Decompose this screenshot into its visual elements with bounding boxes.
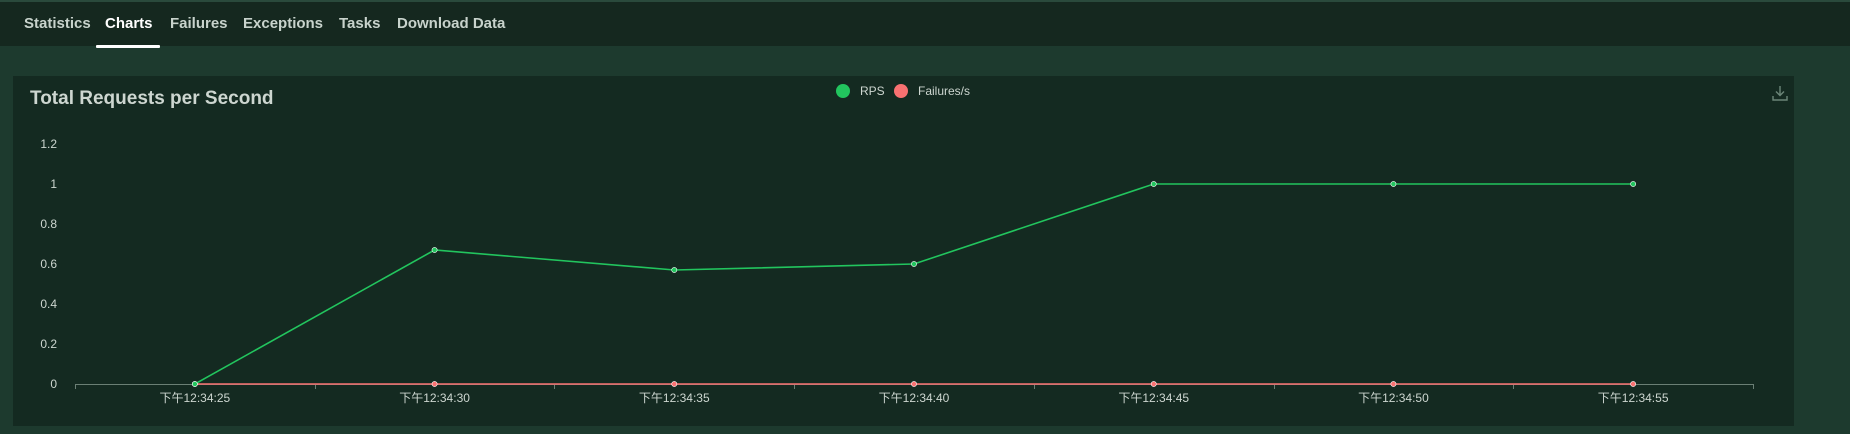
y-tick-label: 0.8 [40, 217, 57, 231]
download-icon[interactable] [1771, 84, 1789, 102]
data-point-failures [671, 381, 678, 387]
x-tick-label: 下午12:34:25 [159, 391, 230, 405]
x-tick-label: 下午12:34:45 [1118, 391, 1189, 405]
data-point-rps [1630, 181, 1637, 187]
chart-panel: 0 0.2 0.4 0.6 0.8 1 1.2 下午12:34:25 下午12:34:30 下午1… [13, 76, 1794, 426]
chart-title: Total Requests per Second [30, 88, 274, 109]
y-tick-label: 0.6 [40, 257, 57, 271]
data-point-rps [671, 267, 678, 273]
data-point-failures [1150, 381, 1157, 387]
data-point-rps [911, 261, 917, 267]
active-tab-indicator [96, 45, 160, 48]
tab-exceptions[interactable]: Exceptions [243, 2, 323, 46]
chart-legend: RPS Failures/s [836, 80, 996, 102]
x-tick-label: 下午12:34:55 [1598, 391, 1669, 405]
data-point-failures [911, 381, 917, 387]
x-tick-label: 下午12:34:50 [1358, 391, 1429, 405]
legend-dot-rps [836, 84, 850, 98]
x-tick-label: 下午12:34:35 [639, 391, 710, 405]
legend-label-failures: Failures/s [918, 84, 971, 98]
data-point-rps [431, 247, 438, 253]
y-tick-label: 0.4 [40, 297, 57, 311]
tab-download-data[interactable]: Download Data [397, 2, 505, 46]
y-tick-label: 0 [50, 377, 57, 391]
y-tick-label: 1 [50, 177, 57, 191]
navbar: Statistics Charts Failures Exceptions Ta… [0, 2, 1850, 48]
x-tick-label: 下午12:34:40 [879, 391, 950, 405]
y-tick-label: 1.2 [40, 137, 57, 151]
chart-plot: 0 0.2 0.4 0.6 0.8 1 1.2 下午12:34:25 下午12:34:30 下午1… [40, 137, 1754, 405]
tab-tasks[interactable]: Tasks [339, 2, 380, 46]
series-line-rps [194, 183, 1634, 385]
data-point-rps [1390, 181, 1397, 187]
data-point-rps [1150, 181, 1157, 187]
legend-label-rps: RPS [860, 84, 885, 98]
y-tick-label: 0.2 [40, 337, 57, 351]
data-point-failures [1630, 381, 1637, 387]
data-point-failures [1390, 381, 1397, 387]
legend-dot-failures [894, 84, 908, 98]
x-tick-label: 下午12:34:30 [399, 391, 470, 405]
data-point-rps [191, 381, 198, 387]
tab-statistics[interactable]: Statistics [24, 2, 91, 46]
tab-failures[interactable]: Failures [170, 2, 228, 46]
data-point-failures [431, 381, 438, 387]
tab-charts[interactable]: Charts [105, 2, 153, 46]
